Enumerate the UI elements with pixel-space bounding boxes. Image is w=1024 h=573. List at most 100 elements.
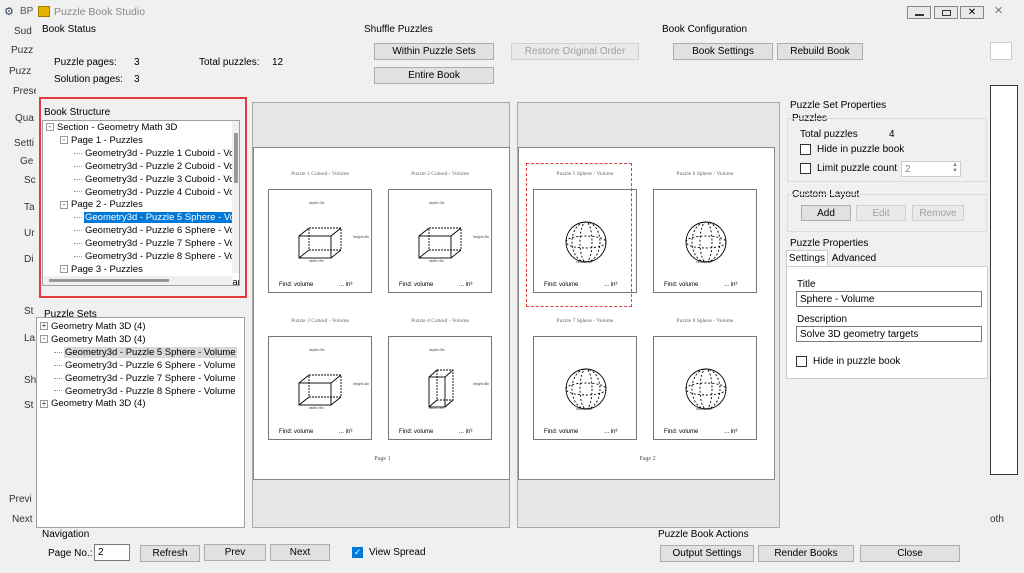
limit-count-label: Limit puzzle count (817, 163, 898, 175)
remove-layout-button[interactable]: Remove (912, 205, 964, 221)
total-puzzles-set-label: Total puzzles (800, 129, 858, 140)
tree-line-icon (54, 364, 62, 366)
radius-label: radius=2in (696, 407, 713, 411)
puzzle-card[interactable]: radius=3in Find: volume ... in³ (533, 336, 637, 440)
puzzle-card[interactable]: depth=3in height=8in width=3in Find: volume… (388, 336, 492, 440)
tree-item-label: Geometry Math 3D (4) (51, 321, 146, 332)
tree-item[interactable]: - Geometry Math 3D (4) (40, 334, 147, 346)
limit-count-checkbox[interactable]: Limit puzzle count (800, 163, 897, 174)
answer-blank: ... in³ (459, 282, 473, 288)
page2: Puzzle 5 Sphere - Volume radius=4in Find: … (518, 147, 775, 480)
puzzle-card[interactable]: radius=6in Find: volume ... in³ (653, 189, 757, 293)
refresh-button[interactable]: Refresh (140, 545, 200, 562)
hide-puzzle-checkbox[interactable]: Hide in puzzle book (796, 356, 900, 367)
tree-item[interactable]: Geometry3d - Puzzle 5 Sphere - Volume (54, 346, 237, 359)
puzzle-pages-value: 3 (134, 57, 140, 68)
width-label: width=4in (429, 259, 444, 263)
limit-count-stepper[interactable]: 2 ▲ ▼ (901, 161, 961, 177)
background-fragment: Ta (24, 202, 35, 213)
tab-advanced[interactable]: Advanced (829, 252, 879, 267)
width-label: width=9in (309, 406, 324, 410)
puzzle-sets-tree[interactable]: + Geometry Math 3D (4) - Geometry Math 3D (… (36, 317, 245, 528)
tab-settings[interactable]: Settings (786, 250, 828, 267)
book-settings-button[interactable]: Book Settings (673, 43, 773, 60)
sphere-figure (685, 221, 727, 263)
puzzle-props-title: Puzzle Properties (790, 238, 869, 249)
puzzle-card[interactable]: depth=2in height=2in width=4in Find: volume… (388, 189, 492, 293)
background-fragment: Sc (24, 175, 36, 186)
app-icon: ⚙ (4, 6, 14, 18)
background-fragment: Qua (15, 113, 34, 124)
cuboid-figure (298, 227, 342, 259)
find-label: Find: volume (279, 282, 314, 288)
view-spread-check-icon[interactable]: ✓ (352, 547, 363, 558)
puzzle-desc-input[interactable]: Solve 3D geometry targets (796, 326, 982, 342)
depth-label: depth=2in (429, 201, 445, 205)
rebuild-book-button[interactable]: Rebuild Book (777, 43, 863, 60)
background-fragment: Sud (14, 26, 32, 37)
tree-item[interactable]: Geometry3d - Puzzle 8 Sphere - Volume (54, 386, 237, 398)
maximize-button[interactable] (934, 6, 958, 19)
answer-blank: ... in³ (604, 429, 618, 435)
puzzle-card[interactable]: depth=2in height=4in width=9in Find: volume… (268, 189, 372, 293)
total-puzzles-value: 12 (272, 57, 284, 68)
prev-button[interactable]: Prev (204, 544, 266, 561)
solution-pages-value: 3 (134, 74, 140, 85)
answer-blank: ... in³ (459, 429, 473, 435)
tree-line-icon (54, 390, 62, 392)
expand-icon[interactable]: + (40, 399, 48, 408)
minimize-button[interactable] (907, 6, 931, 19)
tree-item[interactable]: Geometry3d - Puzzle 6 Sphere - Volume (54, 360, 237, 372)
expand-icon[interactable]: + (40, 322, 48, 331)
view-spread-label: View Spread (369, 547, 426, 559)
stepper-arrows-icon[interactable]: ▲ ▼ (952, 162, 958, 174)
book-config-title: Book Configuration (662, 24, 748, 35)
limit-count-checkbox-box[interactable] (800, 163, 811, 174)
find-label: Find: volume (399, 429, 434, 435)
window-title: Puzzle Book Studio (54, 6, 146, 18)
close-button[interactable]: Close (860, 545, 960, 562)
tree-item[interactable]: + Geometry Math 3D (4) (40, 321, 147, 333)
tree-item[interactable]: Geometry3d - Puzzle 7 Sphere - Volume (54, 373, 237, 385)
view-spread-checkbox[interactable]: ✓ View Spread (352, 547, 426, 558)
dialog: Book Status Puzzle pages: 3 Solution pag… (36, 20, 988, 573)
edit-layout-button[interactable]: Edit (856, 205, 906, 221)
puzzle-card[interactable]: depth=2in height=3in width=9in Find: volume… (268, 336, 372, 440)
within-puzzle-sets-button[interactable]: Within Puzzle Sets (374, 43, 494, 60)
render-books-button[interactable]: Render Books (758, 545, 854, 562)
hide-puzzle-checkbox-box[interactable] (796, 356, 807, 367)
hide-set-checkbox[interactable]: Hide in puzzle book (800, 144, 904, 155)
add-layout-button[interactable]: Add (801, 205, 851, 221)
puzzle-title: Puzzle 2 Cuboid - Volume (411, 171, 469, 177)
puzzle-title-input[interactable]: Sphere - Volume (796, 291, 982, 307)
background-fragment: St (24, 306, 34, 317)
page-no-label: Page No.: (48, 548, 93, 559)
book-structure-highlight (39, 97, 247, 298)
navigation-title: Navigation (42, 529, 90, 540)
restore-order-button[interactable]: Restore Original Order (511, 43, 639, 60)
background-fragment: La (24, 333, 36, 344)
hide-set-label: Hide in puzzle book (817, 144, 905, 156)
actions-title: Puzzle Book Actions (658, 529, 749, 540)
close-window-button[interactable]: ✕ (960, 6, 984, 19)
collapse-icon[interactable]: - (40, 335, 48, 344)
radius-label: radius=3in (576, 407, 593, 411)
tree-line-icon (54, 351, 62, 353)
tab-advanced-label: Advanced (831, 253, 877, 264)
hide-set-checkbox-box[interactable] (800, 144, 811, 155)
width-label: width=9in (309, 259, 324, 263)
height-label: height=8in (473, 382, 490, 386)
tree-item[interactable]: + Geometry Math 3D (4) (40, 398, 147, 410)
page-no-input[interactable]: 2 (94, 544, 130, 561)
entire-book-button[interactable]: Entire Book (374, 67, 494, 84)
puzzle-card[interactable]: radius=2in Find: volume ... in³ (653, 336, 757, 440)
output-settings-button[interactable]: Output Settings (660, 545, 754, 562)
next-button[interactable]: Next (270, 544, 330, 561)
find-label: Find: volume (399, 282, 434, 288)
solution-pages-label: Solution pages: (54, 74, 123, 85)
depth-label: depth=2in (309, 201, 325, 205)
background-fragment: Puzz (11, 45, 34, 56)
cuboid-figure (298, 374, 342, 406)
height-label: height=2in (473, 235, 490, 239)
answer-blank: ... in³ (339, 282, 353, 288)
